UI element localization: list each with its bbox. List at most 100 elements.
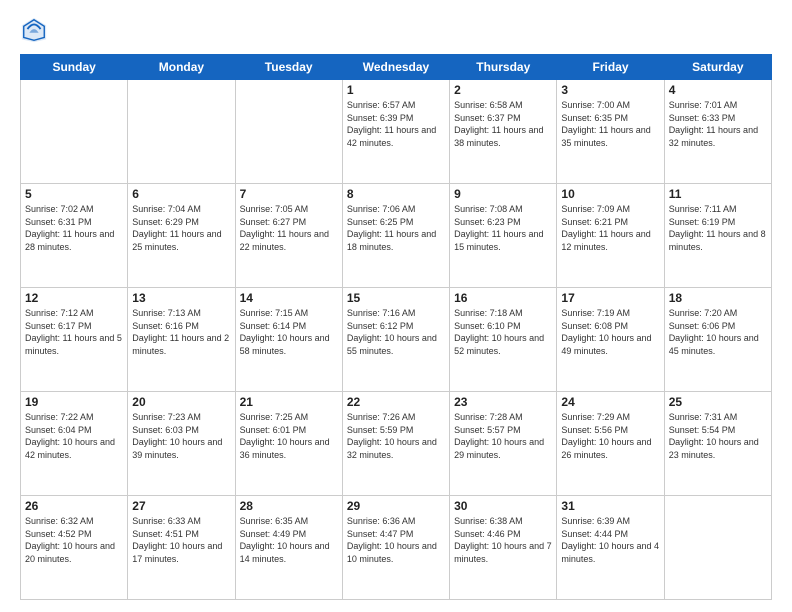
day-info: Sunrise: 6:32 AM Sunset: 4:52 PM Dayligh… <box>25 515 123 565</box>
day-number: 12 <box>25 291 123 305</box>
calendar-cell: 4 Sunrise: 7:01 AM Sunset: 6:33 PM Daylig… <box>664 80 771 184</box>
day-info: Sunrise: 7:05 AM Sunset: 6:27 PM Dayligh… <box>240 203 338 253</box>
day-number: 29 <box>347 499 445 513</box>
calendar-cell: 7Sunrise: 7:05 AM Sunset: 6:27 PM Daylig… <box>235 184 342 288</box>
calendar-header-wednesday: Wednesday <box>342 55 449 80</box>
calendar-header-monday: Monday <box>128 55 235 80</box>
calendar-cell: 3 Sunrise: 7:00 AM Sunset: 6:35 PM Daylig… <box>557 80 664 184</box>
day-number: 1 <box>347 83 445 97</box>
calendar-week-row: 19 Sunrise: 7:22 AM Sunset: 6:04 PM Dayli… <box>21 392 772 496</box>
day-number: 23 <box>454 395 552 409</box>
calendar-cell: 14 Sunrise: 7:15 AM Sunset: 6:14 PM Dayli… <box>235 288 342 392</box>
day-number: 20 <box>132 395 230 409</box>
day-number: 11 <box>669 187 767 201</box>
day-number: 10 <box>561 187 659 201</box>
day-info: Sunrise: 6:39 AM Sunset: 4:44 PM Dayligh… <box>561 515 659 565</box>
day-info: Sunrise: 6:58 AM Sunset: 6:37 PM Dayligh… <box>454 99 552 149</box>
day-number: 21 <box>240 395 338 409</box>
calendar-cell: 19 Sunrise: 7:22 AM Sunset: 6:04 PM Dayli… <box>21 392 128 496</box>
calendar-header-friday: Friday <box>557 55 664 80</box>
calendar-cell <box>664 496 771 600</box>
day-info: Sunrise: 6:33 AM Sunset: 4:51 PM Dayligh… <box>132 515 230 565</box>
day-info: Sunrise: 6:38 AM Sunset: 4:46 PM Dayligh… <box>454 515 552 565</box>
calendar-header-row: SundayMondayTuesdayWednesdayThursdayFrid… <box>21 55 772 80</box>
calendar-cell: 18 Sunrise: 7:20 AM Sunset: 6:06 PM Dayli… <box>664 288 771 392</box>
day-info: Sunrise: 7:16 AM Sunset: 6:12 PM Dayligh… <box>347 307 445 357</box>
day-number: 5 <box>25 187 123 201</box>
calendar-cell: 13 Sunrise: 7:13 AM Sunset: 6:16 PM Dayli… <box>128 288 235 392</box>
day-number: 15 <box>347 291 445 305</box>
day-number: 26 <box>25 499 123 513</box>
calendar-cell: 22 Sunrise: 7:26 AM Sunset: 5:59 PM Dayli… <box>342 392 449 496</box>
logo <box>20 16 54 44</box>
day-info: Sunrise: 7:29 AM Sunset: 5:56 PM Dayligh… <box>561 411 659 461</box>
day-info: Sunrise: 7:20 AM Sunset: 6:06 PM Dayligh… <box>669 307 767 357</box>
calendar-cell: 27 Sunrise: 6:33 AM Sunset: 4:51 PM Dayli… <box>128 496 235 600</box>
day-info: Sunrise: 6:57 AM Sunset: 6:39 PM Dayligh… <box>347 99 445 149</box>
day-number: 18 <box>669 291 767 305</box>
day-info: Sunrise: 7:19 AM Sunset: 6:08 PM Dayligh… <box>561 307 659 357</box>
day-info: Sunrise: 7:01 AM Sunset: 6:33 PM Dayligh… <box>669 99 767 149</box>
day-number: 14 <box>240 291 338 305</box>
calendar-cell <box>21 80 128 184</box>
day-info: Sunrise: 7:11 AM Sunset: 6:19 PM Dayligh… <box>669 203 767 253</box>
calendar-week-row: 12 Sunrise: 7:12 AM Sunset: 6:17 PM Dayli… <box>21 288 772 392</box>
day-number: 19 <box>25 395 123 409</box>
day-info: Sunrise: 7:12 AM Sunset: 6:17 PM Dayligh… <box>25 307 123 357</box>
day-info: Sunrise: 7:28 AM Sunset: 5:57 PM Dayligh… <box>454 411 552 461</box>
calendar-cell: 6 Sunrise: 7:04 AM Sunset: 6:29 PM Daylig… <box>128 184 235 288</box>
calendar-cell: 31 Sunrise: 6:39 AM Sunset: 4:44 PM Dayli… <box>557 496 664 600</box>
day-info: Sunrise: 7:26 AM Sunset: 5:59 PM Dayligh… <box>347 411 445 461</box>
day-info: Sunrise: 7:00 AM Sunset: 6:35 PM Dayligh… <box>561 99 659 149</box>
calendar-cell: 16Sunrise: 7:18 AM Sunset: 6:10 PM Dayli… <box>450 288 557 392</box>
day-number: 25 <box>669 395 767 409</box>
day-info: Sunrise: 7:23 AM Sunset: 6:03 PM Dayligh… <box>132 411 230 461</box>
day-info: Sunrise: 7:09 AM Sunset: 6:21 PM Dayligh… <box>561 203 659 253</box>
calendar-cell: 17Sunrise: 7:19 AM Sunset: 6:08 PM Dayli… <box>557 288 664 392</box>
day-info: Sunrise: 7:15 AM Sunset: 6:14 PM Dayligh… <box>240 307 338 357</box>
day-number: 3 <box>561 83 659 97</box>
calendar-cell: 24 Sunrise: 7:29 AM Sunset: 5:56 PM Dayli… <box>557 392 664 496</box>
calendar-cell: 15 Sunrise: 7:16 AM Sunset: 6:12 PM Dayli… <box>342 288 449 392</box>
calendar-cell: 28Sunrise: 6:35 AM Sunset: 4:49 PM Dayli… <box>235 496 342 600</box>
day-info: Sunrise: 7:22 AM Sunset: 6:04 PM Dayligh… <box>25 411 123 461</box>
day-number: 31 <box>561 499 659 513</box>
day-info: Sunrise: 7:04 AM Sunset: 6:29 PM Dayligh… <box>132 203 230 253</box>
day-info: Sunrise: 7:25 AM Sunset: 6:01 PM Dayligh… <box>240 411 338 461</box>
day-number: 27 <box>132 499 230 513</box>
day-info: Sunrise: 7:06 AM Sunset: 6:25 PM Dayligh… <box>347 203 445 253</box>
calendar-cell <box>235 80 342 184</box>
calendar-header-saturday: Saturday <box>664 55 771 80</box>
day-number: 6 <box>132 187 230 201</box>
page: SundayMondayTuesdayWednesdayThursdayFrid… <box>0 0 792 612</box>
calendar-cell: 25Sunrise: 7:31 AM Sunset: 5:54 PM Dayli… <box>664 392 771 496</box>
day-number: 16 <box>454 291 552 305</box>
day-number: 22 <box>347 395 445 409</box>
calendar-week-row: 5 Sunrise: 7:02 AM Sunset: 6:31 PM Daylig… <box>21 184 772 288</box>
calendar-week-row: 1 Sunrise: 6:57 AM Sunset: 6:39 PM Daylig… <box>21 80 772 184</box>
day-number: 2 <box>454 83 552 97</box>
day-number: 24 <box>561 395 659 409</box>
calendar-cell: 5 Sunrise: 7:02 AM Sunset: 6:31 PM Daylig… <box>21 184 128 288</box>
calendar-header-sunday: Sunday <box>21 55 128 80</box>
day-number: 4 <box>669 83 767 97</box>
calendar-cell: 20 Sunrise: 7:23 AM Sunset: 6:03 PM Dayli… <box>128 392 235 496</box>
calendar-cell: 9 Sunrise: 7:08 AM Sunset: 6:23 PM Daylig… <box>450 184 557 288</box>
calendar-cell: 26 Sunrise: 6:32 AM Sunset: 4:52 PM Dayli… <box>21 496 128 600</box>
calendar-cell <box>128 80 235 184</box>
day-number: 13 <box>132 291 230 305</box>
calendar-table: SundayMondayTuesdayWednesdayThursdayFrid… <box>20 54 772 600</box>
calendar-cell: 30Sunrise: 6:38 AM Sunset: 4:46 PM Dayli… <box>450 496 557 600</box>
calendar-header-tuesday: Tuesday <box>235 55 342 80</box>
day-info: Sunrise: 6:35 AM Sunset: 4:49 PM Dayligh… <box>240 515 338 565</box>
logo-icon <box>20 16 48 44</box>
calendar-cell: 2 Sunrise: 6:58 AM Sunset: 6:37 PM Daylig… <box>450 80 557 184</box>
calendar-cell: 23 Sunrise: 7:28 AM Sunset: 5:57 PM Dayli… <box>450 392 557 496</box>
calendar-header-thursday: Thursday <box>450 55 557 80</box>
calendar-week-row: 26 Sunrise: 6:32 AM Sunset: 4:52 PM Dayli… <box>21 496 772 600</box>
day-info: Sunrise: 7:13 AM Sunset: 6:16 PM Dayligh… <box>132 307 230 357</box>
day-info: Sunrise: 6:36 AM Sunset: 4:47 PM Dayligh… <box>347 515 445 565</box>
day-info: Sunrise: 7:08 AM Sunset: 6:23 PM Dayligh… <box>454 203 552 253</box>
day-number: 9 <box>454 187 552 201</box>
day-info: Sunrise: 7:02 AM Sunset: 6:31 PM Dayligh… <box>25 203 123 253</box>
